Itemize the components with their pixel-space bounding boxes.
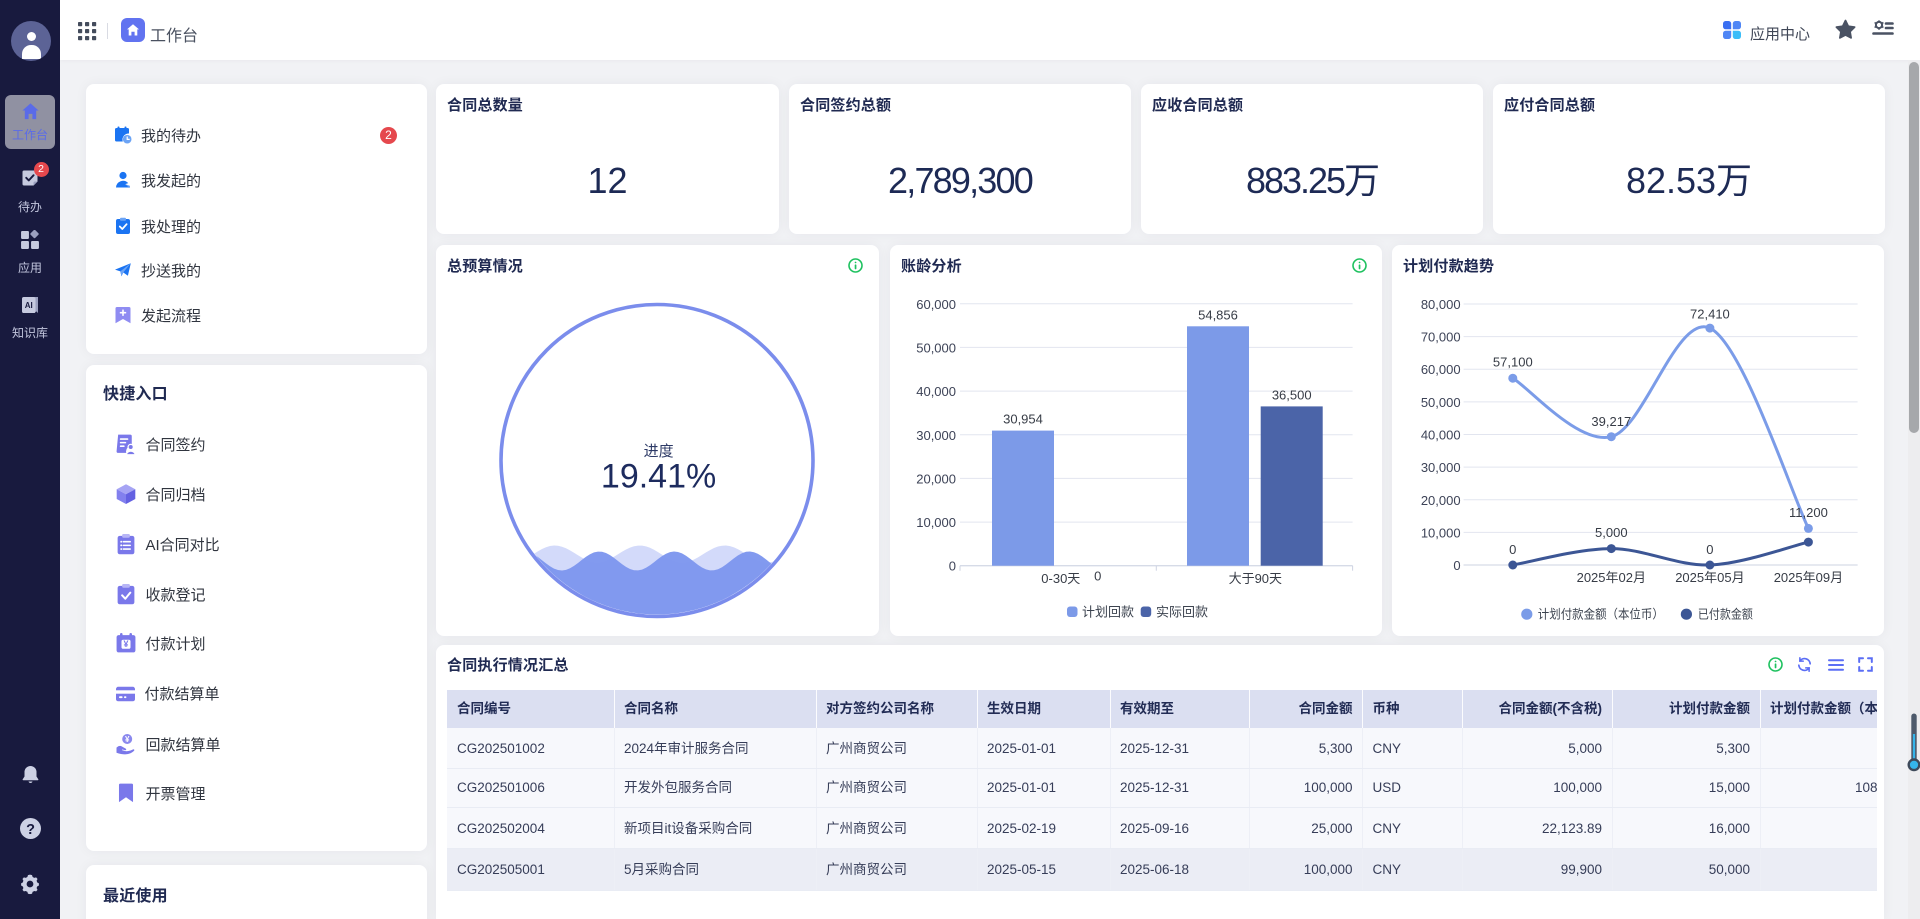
svg-text:2025年05月: 2025年05月 [1675,570,1744,585]
svg-text:0-30天: 0-30天 [1041,571,1080,586]
svg-text:0: 0 [1453,558,1460,573]
svg-text:11,200: 11,200 [1789,505,1828,520]
svg-text:10,000: 10,000 [916,515,956,530]
svg-text:0: 0 [1509,542,1516,557]
svg-text:57,100: 57,100 [1493,355,1533,370]
svg-text:0: 0 [949,559,956,574]
svg-text:20,000: 20,000 [1421,493,1461,508]
svg-text:54,856: 54,856 [1198,307,1238,322]
svg-text:大于90天: 大于90天 [1229,571,1282,586]
svg-text:72,410: 72,410 [1690,307,1730,322]
svg-text:2025年09月: 2025年09月 [1774,570,1843,585]
svg-text:5,000: 5,000 [1595,525,1628,540]
svg-text:60,000: 60,000 [916,297,956,312]
svg-text:¥: ¥ [123,639,128,649]
svg-text:计划回款: 计划回款 [1082,604,1134,619]
svg-text:39,217: 39,217 [1591,414,1631,429]
svg-text:实际回款: 实际回款 [1156,604,1208,619]
svg-text:30,954: 30,954 [1003,412,1043,427]
svg-text:20,000: 20,000 [916,471,956,486]
svg-text:计划付款金额（本位币）: 计划付款金额（本位币） [1538,607,1664,622]
svg-text:70,000: 70,000 [1421,330,1461,345]
svg-text:60,000: 60,000 [1421,362,1461,377]
svg-text:30,000: 30,000 [916,428,956,443]
svg-text:0: 0 [1094,569,1101,584]
svg-text:40,000: 40,000 [1421,428,1461,443]
svg-text:50,000: 50,000 [916,340,956,355]
svg-text:0: 0 [1706,542,1713,557]
svg-text:已付款金额: 已付款金额 [1698,607,1753,622]
svg-text:2025年02月: 2025年02月 [1577,570,1646,585]
svg-text:19.41%: 19.41% [601,458,716,496]
svg-text:?: ? [26,822,35,838]
svg-text:30,000: 30,000 [1421,460,1461,475]
svg-text:50,000: 50,000 [1421,395,1461,410]
svg-text:AI: AI [25,301,33,310]
svg-text:36,500: 36,500 [1272,387,1312,402]
svg-text:80,000: 80,000 [1421,297,1461,312]
svg-text:¥: ¥ [124,735,129,744]
svg-text:40,000: 40,000 [916,384,956,399]
svg-text:10,000: 10,000 [1421,525,1461,540]
